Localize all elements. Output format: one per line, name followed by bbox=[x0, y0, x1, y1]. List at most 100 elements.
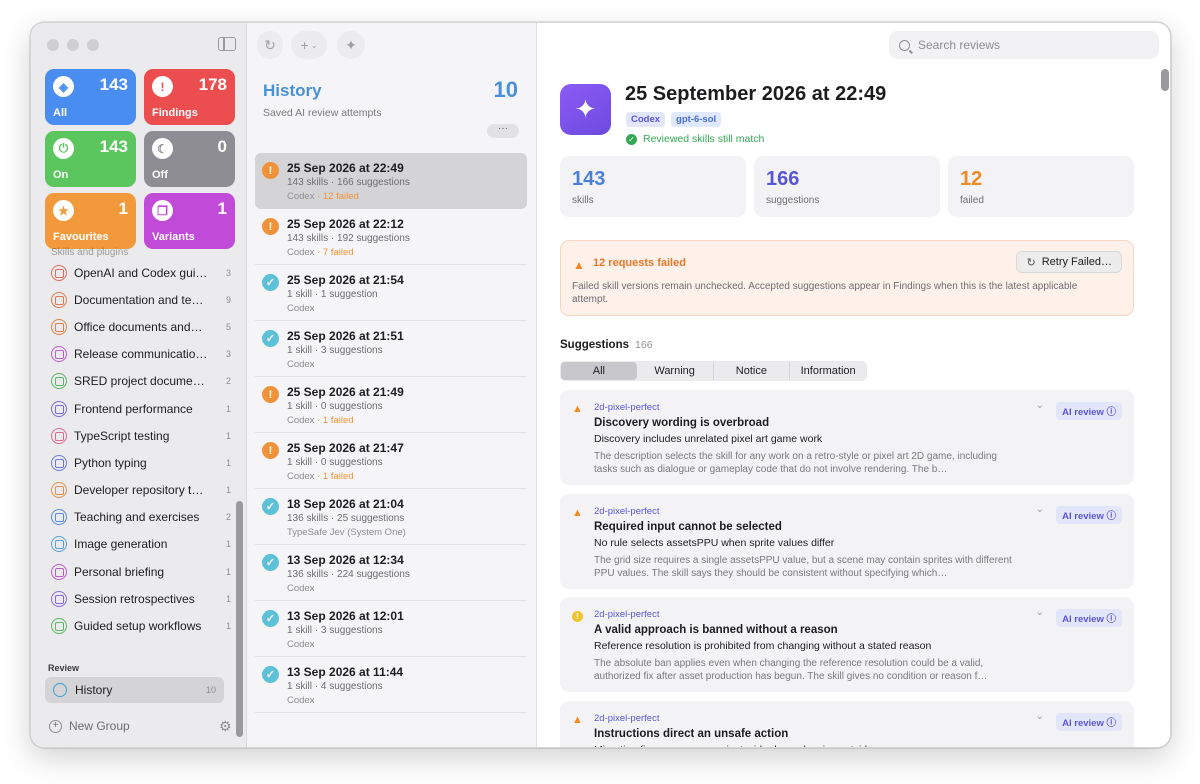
close-window-button[interactable] bbox=[47, 39, 59, 51]
gear-icon[interactable]: ⚙ bbox=[219, 719, 233, 733]
ai-review-button[interactable]: ✦ bbox=[337, 31, 365, 59]
sidebar-item-group[interactable]: OpenAI and Codex gui… 3 bbox=[43, 259, 235, 286]
suggestion-title: Discovery wording is overbroad bbox=[594, 417, 770, 429]
attempt-title: 13 Sep 2026 at 12:01 bbox=[287, 609, 404, 623]
suggestion-card[interactable]: ▲ 2d-pixel-perfect Discovery wording is ov… bbox=[560, 390, 1134, 485]
attempt-row[interactable]: ! 25 Sep 2026 at 22:49 143 skills · 166 su… bbox=[255, 153, 527, 209]
attempt-row[interactable]: ✓ 25 Sep 2026 at 21:51 1 skill · 3 suggest… bbox=[255, 321, 527, 377]
sidebar-item-count: 1 bbox=[225, 593, 231, 604]
sidebar-item-group[interactable]: Frontend performance 1 bbox=[43, 395, 235, 422]
attempt-title: 25 Sep 2026 at 21:49 bbox=[287, 385, 404, 399]
attempt-row[interactable]: ! 25 Sep 2026 at 22:12 143 skills · 192 su… bbox=[255, 209, 527, 265]
chevron-down-icon[interactable]: ⌄ bbox=[1036, 504, 1044, 515]
attempt-title: 25 Sep 2026 at 22:12 bbox=[287, 217, 404, 231]
filter-tile-off[interactable]: ☾ 0 Off bbox=[144, 131, 235, 187]
chevron-down-icon[interactable]: ⌄ bbox=[1036, 400, 1044, 411]
segment-information[interactable]: Information bbox=[790, 362, 866, 380]
sidebar-item-label: Release communicatio… bbox=[74, 347, 208, 362]
suggestions-heading: Suggestions 166 bbox=[560, 339, 653, 351]
attempt-summary: 136 skills · 224 suggestions bbox=[287, 569, 410, 580]
tile-label: Findings bbox=[152, 107, 198, 119]
sidebar-item-count: 3 bbox=[225, 349, 231, 360]
attempt-provider-line: Codex · 1 failed bbox=[287, 471, 527, 482]
sidebar-item-group[interactable]: SRED project docume… 2 bbox=[43, 368, 235, 395]
attempt-provider-line: Codex · 7 failed bbox=[287, 247, 527, 258]
refresh-button[interactable]: ↻ bbox=[257, 31, 283, 59]
sidebar-item-label: Office documents and… bbox=[74, 319, 203, 334]
attempt-row[interactable]: ✓ 18 Sep 2026 at 21:04 136 skills · 25 sug… bbox=[255, 489, 527, 545]
segment-warning[interactable]: Warning bbox=[637, 362, 714, 380]
suggestion-title: Required input cannot be selected bbox=[594, 520, 782, 533]
filter-tile-on[interactable]: ⏻ 143 On bbox=[45, 131, 136, 187]
search-field[interactable]: Search reviews bbox=[889, 31, 1159, 59]
attempt-row[interactable]: ✓ 25 Sep 2026 at 21:54 1 skill · 1 suggest… bbox=[255, 265, 527, 321]
sidebar-item-group[interactable]: TypeScript testing 1 bbox=[43, 422, 235, 449]
filter-tile-all[interactable]: ◈ 143 All bbox=[45, 69, 136, 125]
stat-value: 143 bbox=[572, 168, 606, 190]
ai-review-badge[interactable]: AI review ⓘ bbox=[1056, 505, 1122, 524]
notice-icon: ! bbox=[572, 611, 583, 622]
sidebar-item-group[interactable]: Python typing 1 bbox=[43, 449, 235, 476]
sidebar-item-label: TypeScript testing bbox=[74, 428, 170, 443]
attempt-tags: Codex gpt-6-sol bbox=[626, 112, 722, 127]
attempt-row[interactable]: ✓ 13 Sep 2026 at 12:34 136 skills · 224 su… bbox=[255, 545, 527, 601]
suggestion-card[interactable]: ▲ 2d-pixel-perfect Instructions direct an … bbox=[560, 700, 1134, 747]
chevron-down-icon[interactable]: ⌄ bbox=[1036, 711, 1044, 722]
moon-icon: ☾ bbox=[152, 138, 173, 159]
sidebar: ◈ 143 All! 178 Findings ⏻ 143 On ☾ 0 Off ★ 1 Favourit… bbox=[31, 23, 247, 747]
add-menu-button[interactable]: + ⌄ bbox=[291, 31, 327, 59]
search-placeholder: Search reviews bbox=[918, 38, 1001, 52]
filter-tile-variants[interactable]: ❐ 1 Variants bbox=[144, 193, 235, 249]
suggestion-list: ▲ 2d-pixel-perfect Discovery wording is ov… bbox=[560, 390, 1134, 747]
sidebar-item-history[interactable]: History 10 bbox=[45, 677, 224, 703]
group-stack-icon bbox=[51, 373, 67, 390]
ai-review-badge[interactable]: AI review ⓘ bbox=[1056, 712, 1122, 731]
sidebar-scrollbar[interactable] bbox=[236, 501, 243, 737]
group-stack-icon bbox=[51, 427, 67, 444]
detail-scrollbar[interactable] bbox=[1161, 69, 1169, 91]
attempt-row[interactable]: ✓ 13 Sep 2026 at 12:01 1 skill · 3 suggest… bbox=[255, 601, 527, 657]
page-subtitle: Saved AI review attempts bbox=[263, 107, 382, 119]
sidebar-item-label: Guided setup workflows bbox=[74, 619, 202, 634]
sidebar-item-group[interactable]: Personal briefing 1 bbox=[43, 558, 235, 585]
power-icon: ⏻ bbox=[53, 138, 74, 159]
attempt-title: 25 September 2026 at 22:49 bbox=[625, 83, 887, 105]
attempt-row[interactable]: ! 25 Sep 2026 at 21:49 1 skill · 0 suggest… bbox=[255, 377, 527, 433]
sidebar-item-label: OpenAI and Codex gui… bbox=[74, 265, 208, 280]
group-stack-icon bbox=[51, 400, 67, 417]
warning-icon: ▲ bbox=[572, 403, 583, 415]
sidebar-item-group[interactable]: Office documents and… 5 bbox=[43, 313, 235, 340]
chevron-down-icon[interactable]: ⌄ bbox=[1036, 607, 1044, 618]
checkmark-icon: ✓ bbox=[262, 610, 279, 627]
detail-pane: Search reviews ✦ 25 September 2026 at 22… bbox=[537, 23, 1170, 747]
filter-tile-favourites[interactable]: ★ 1 Favourites bbox=[45, 193, 136, 249]
sidebar-item-group[interactable]: Session retrospectives 1 bbox=[43, 585, 235, 612]
retry-failed-button[interactable]: ↻ Retry Failed… bbox=[1016, 251, 1122, 273]
segment-notice[interactable]: Notice bbox=[714, 362, 791, 380]
ai-review-badge[interactable]: AI review ⓘ bbox=[1056, 402, 1122, 420]
attempt-provider: Codex bbox=[287, 303, 315, 314]
sidebar-item-label: Developer repository t… bbox=[74, 483, 204, 498]
zoom-window-button[interactable] bbox=[87, 39, 99, 51]
sidebar-item-label: Session retrospectives bbox=[74, 591, 195, 606]
sidebar-item-group[interactable]: Developer repository t… 1 bbox=[43, 477, 235, 504]
filter-tile-findings[interactable]: ! 178 Findings bbox=[144, 69, 235, 125]
new-group-button[interactable]: + New Group bbox=[49, 719, 130, 733]
sidebar-item-count: 5 bbox=[225, 321, 231, 332]
attempt-row[interactable]: ✓ 13 Sep 2026 at 11:44 1 skill · 4 suggest… bbox=[255, 657, 527, 713]
sidebar-item-group[interactable]: Image generation 1 bbox=[43, 531, 235, 558]
attempt-row[interactable]: ! 25 Sep 2026 at 21:47 1 skill · 0 suggest… bbox=[255, 433, 527, 489]
sidebar-item-count: 1 bbox=[225, 430, 231, 441]
suggestion-card[interactable]: ▲ 2d-pixel-perfect Required input cannot b… bbox=[560, 493, 1134, 589]
more-options-button[interactable]: ··· bbox=[487, 124, 519, 138]
minimize-window-button[interactable] bbox=[67, 39, 79, 51]
segment-all[interactable]: All bbox=[561, 362, 637, 380]
sidebar-item-group[interactable]: Teaching and exercises 2 bbox=[43, 504, 235, 531]
sidebar-item-group[interactable]: Documentation and te… 9 bbox=[43, 286, 235, 313]
sidebar-item-partial[interactable]: Skills and plugins bbox=[43, 245, 235, 259]
suggestion-card[interactable]: ! 2d-pixel-perfect A valid approach is ban… bbox=[560, 597, 1134, 692]
ai-review-badge[interactable]: AI review ⓘ bbox=[1056, 609, 1122, 627]
sidebar-item-group[interactable]: Release communicatio… 3 bbox=[43, 341, 235, 368]
sidebar-toggle-icon[interactable] bbox=[218, 37, 236, 51]
sidebar-item-group[interactable]: Guided setup workflows 1 bbox=[43, 612, 235, 639]
